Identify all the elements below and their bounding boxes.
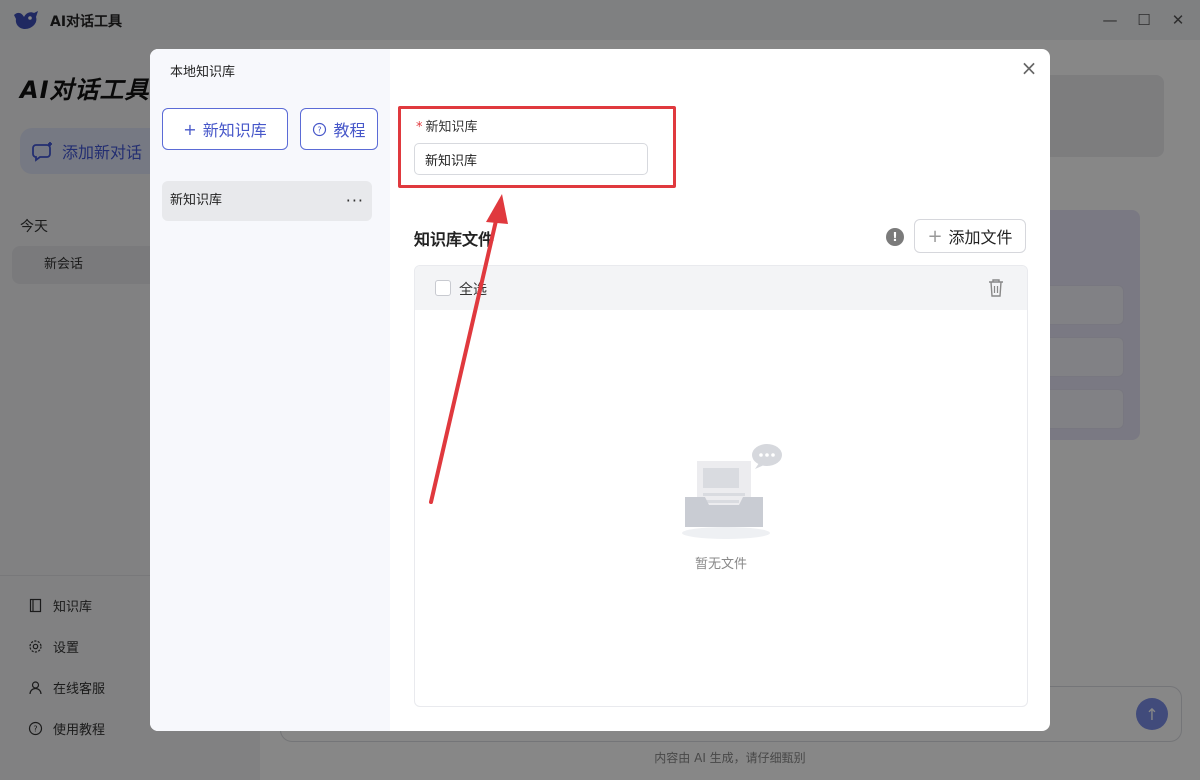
knowledge-base-item[interactable]: 新知识库 ··· [162, 181, 372, 221]
file-list: 全选 暂无文件 [414, 265, 1028, 707]
select-all-label[interactable]: 全选 [459, 279, 487, 299]
add-file-label: 添加文件 [948, 228, 1013, 247]
knowledge-base-name-input[interactable] [414, 143, 648, 175]
info-icon[interactable]: ! [886, 228, 904, 246]
plus-icon: + [927, 225, 943, 247]
help-icon: ? [313, 122, 327, 136]
tutorial-label: 教程 [333, 121, 366, 140]
close-icon[interactable]: × [1018, 57, 1040, 79]
files-section-title: 知识库文件 [414, 230, 495, 249]
modal-title: 本地知识库 [170, 65, 236, 80]
empty-state-text: 暂无文件 [694, 557, 747, 572]
tutorial-button[interactable]: ? 教程 [300, 108, 378, 150]
knowledge-base-name: 新知识库 [170, 193, 223, 208]
required-marker: * [416, 120, 423, 135]
new-knowledge-base-label: 新知识库 [202, 121, 267, 140]
knowledge-base-modal: 本地知识库 × + 新知识库 ? 教程 新知识库 ··· *新知识库 知识库文件… [150, 49, 1050, 731]
add-file-button[interactable]: + 添加文件 [914, 219, 1026, 253]
plus-icon: + [183, 119, 197, 139]
svg-text:?: ? [318, 125, 322, 134]
new-knowledge-base-button[interactable]: + 新知识库 [162, 108, 288, 150]
field-label-text: 新知识库 [425, 120, 478, 135]
more-options-icon[interactable]: ··· [346, 181, 364, 221]
modal-sidebar [150, 49, 390, 731]
file-list-header: 全选 [415, 266, 1027, 310]
trash-icon[interactable] [987, 278, 1005, 298]
field-label: * 新知识库 [416, 116, 478, 135]
empty-inbox-icon [682, 444, 782, 539]
select-all-checkbox[interactable] [435, 280, 451, 296]
